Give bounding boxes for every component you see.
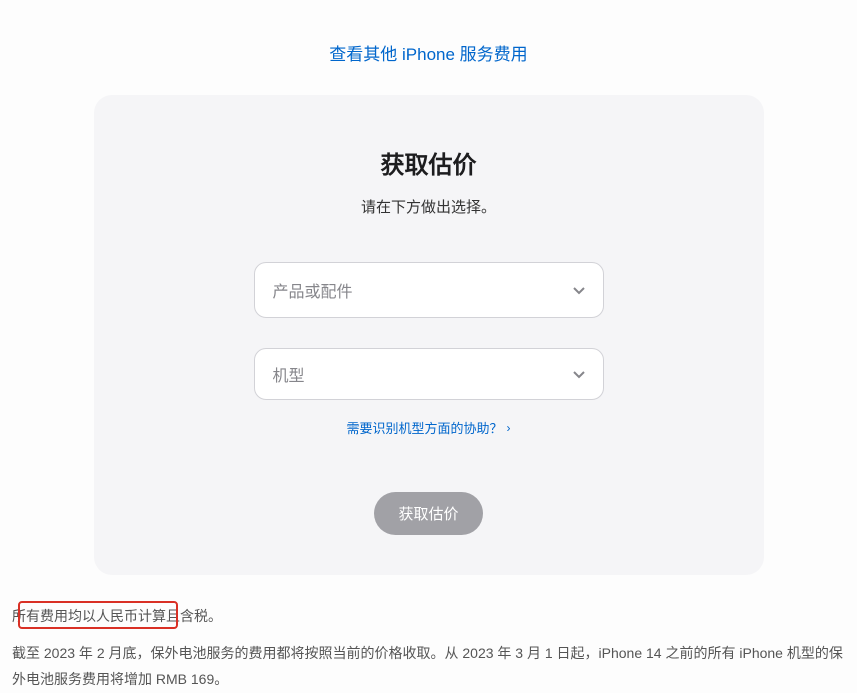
- product-select[interactable]: 产品或配件: [254, 262, 604, 318]
- product-select-placeholder: 产品或配件: [273, 278, 353, 302]
- estimate-card: 获取估价 请在下方做出选择。 产品或配件 机型 需要识别机型方面的协助？ › 获…: [94, 95, 764, 575]
- chevron-right-icon: ›: [507, 421, 511, 435]
- card-subtitle: 请在下方做出选择。: [134, 196, 724, 217]
- card-title: 获取估价: [134, 145, 724, 180]
- other-service-fees-link[interactable]: 查看其他 iPhone 服务费用: [329, 45, 527, 64]
- model-select[interactable]: 机型: [254, 348, 604, 400]
- help-link-label: 需要识别机型方面的协助？: [346, 418, 502, 437]
- footer-notes: 所有费用均以人民币计算且含税。 截至 2023 年 2 月底，保外电池服务的费用…: [0, 575, 857, 693]
- footer-line-2: 截至 2023 年 2 月底，保外电池服务的费用都将按照当前的价格收取。从 20…: [12, 640, 845, 693]
- identify-model-help-link[interactable]: 需要识别机型方面的协助？ ›: [346, 418, 510, 437]
- footer-line-1: 所有费用均以人民币计算且含税。: [12, 603, 845, 630]
- model-select-placeholder: 机型: [273, 362, 305, 386]
- get-estimate-button[interactable]: 获取估价: [374, 492, 482, 535]
